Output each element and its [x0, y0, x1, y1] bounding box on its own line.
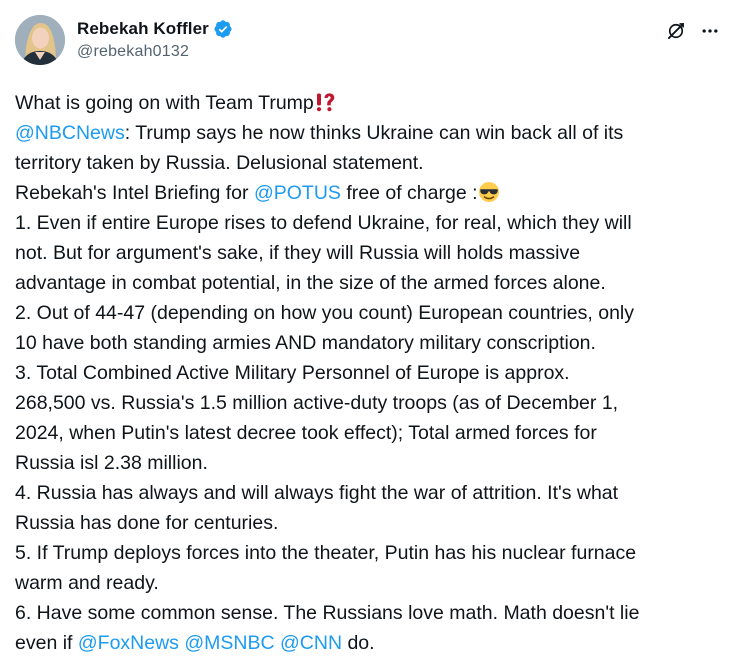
author-block: Rebekah Koffler @rebekah0132	[77, 17, 233, 61]
tweet-line: not. But for argument's sake, if they wi…	[15, 242, 581, 264]
tweet-card: Rebekah Koffler @rebekah0132 What is goi…	[0, 0, 737, 654]
tweet-line: Russia has done for centuries.	[15, 512, 279, 534]
tweet-text-segment: Rebekah's Intel Briefing for	[15, 182, 254, 204]
tweet-text: What is going on with Team Trump @NBCNew…	[15, 88, 727, 658]
mention-link-foxnews[interactable]: @FoxNews	[78, 632, 179, 654]
verified-badge-icon[interactable]	[213, 19, 233, 39]
tweet-text-segment: What is going on with Team Trump	[15, 92, 314, 114]
tweet-text-segment: free of charge :	[340, 182, 478, 204]
mention-link-nbcnews[interactable]: @NBCNews	[15, 122, 125, 144]
tweet-line: 2024, when Putin's latest decree took ef…	[15, 422, 597, 444]
tweet-line: territory taken by Russia. Delusional st…	[15, 152, 424, 174]
avatar-photo	[15, 15, 65, 65]
tweet-line: 1. Even if entire Europe rises to defend…	[15, 212, 632, 234]
avatar[interactable]	[15, 15, 65, 65]
tweet-line: 4. Russia has always and will always fig…	[15, 482, 619, 504]
name-row: Rebekah Koffler	[77, 17, 233, 41]
tweet-line: Rebekah's Intel Briefing for @POTUS free…	[15, 178, 727, 208]
exclamation-question-mark-emoji	[314, 91, 336, 113]
tweet-actions	[665, 20, 721, 42]
mention-link-msnbc[interactable]: @MSNBC	[184, 632, 274, 654]
smiling-face-with-sunglasses-emoji	[478, 181, 500, 203]
tweet-line: @NBCNews: Trump says he now thinks Ukrai…	[15, 118, 727, 148]
tweet-line: 5. If Trump deploys forces into the thea…	[15, 542, 637, 564]
tweet-text-segment: : Trump says he now thinks Ukraine can w…	[124, 122, 624, 144]
tweet-line: 2. Out of 44-47 (depending on how you co…	[15, 302, 634, 324]
more-options-icon[interactable]	[699, 20, 721, 42]
tweet-line: warm and ready.	[15, 572, 159, 594]
tweet-line: Russia isl 2.38 million.	[15, 452, 208, 474]
tweet-line: 6. Have some common sense. The Russians …	[15, 602, 640, 624]
tweet-line: advantage in combat potential, in the si…	[15, 272, 606, 294]
grok-icon[interactable]	[665, 20, 687, 42]
tweet-line: 10 have both standing armies AND mandato…	[15, 332, 596, 354]
mention-link-potus[interactable]: @POTUS	[254, 182, 341, 204]
tweet-line: 3. Total Combined Active Military Person…	[15, 362, 570, 384]
tweet-line: What is going on with Team Trump	[15, 88, 727, 118]
mention-link-cnn[interactable]: @CNN	[280, 632, 342, 654]
tweet-line: 268,500 vs. Russia's 1.5 million active-…	[15, 392, 619, 414]
user-handle[interactable]: @rebekah0132	[77, 43, 233, 61]
tweet-text-segment: do.	[342, 632, 375, 654]
display-name[interactable]: Rebekah Koffler	[77, 19, 209, 39]
tweet-text-segment: even if	[15, 632, 78, 654]
